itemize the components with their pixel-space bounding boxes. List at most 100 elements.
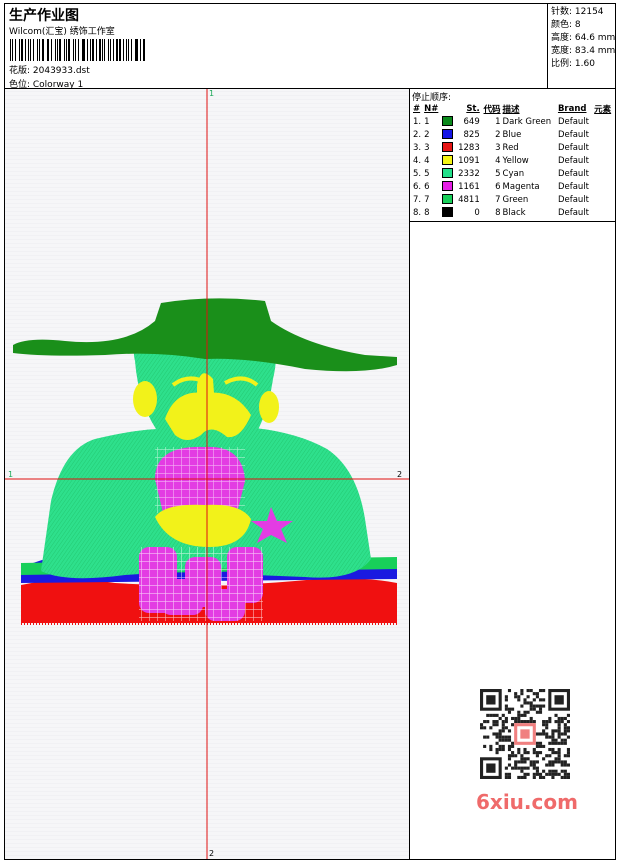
table-row[interactable]: 2. 2 825 2 Blue Default bbox=[412, 128, 614, 141]
barcode-bar bbox=[136, 39, 138, 61]
barcode-bar bbox=[55, 39, 56, 61]
qr-module bbox=[535, 704, 539, 708]
qr-module bbox=[520, 769, 524, 773]
qr-module bbox=[529, 720, 533, 724]
barcode-bar bbox=[68, 39, 71, 61]
qr-module bbox=[535, 732, 539, 736]
qr-module bbox=[548, 769, 552, 773]
qr-module bbox=[483, 735, 487, 739]
row-stitches: 1091 bbox=[458, 155, 480, 166]
qr-module bbox=[554, 760, 558, 764]
qr-module bbox=[529, 716, 533, 721]
qr-module bbox=[532, 751, 536, 755]
row-n: 1 bbox=[424, 116, 430, 127]
barcode-bar bbox=[18, 39, 20, 61]
barcode-bar bbox=[104, 39, 105, 61]
table-row[interactable]: 7. 7 4811 7 Green Default bbox=[412, 193, 614, 206]
qr-module bbox=[501, 713, 505, 717]
row-index: 6. bbox=[413, 181, 422, 192]
qr-module bbox=[560, 738, 564, 742]
qr-module bbox=[557, 772, 561, 776]
qr-module bbox=[504, 726, 508, 730]
qr-module bbox=[545, 735, 549, 739]
barcode-bar bbox=[12, 39, 13, 61]
qr-module bbox=[498, 747, 502, 752]
col-n: N# bbox=[424, 103, 439, 114]
qr-module bbox=[532, 775, 536, 779]
qr-module bbox=[542, 775, 546, 779]
row-brand: Default bbox=[557, 116, 590, 127]
qr-module bbox=[526, 689, 530, 693]
barcode-bar bbox=[32, 39, 34, 61]
hat-crown bbox=[155, 298, 271, 321]
qr-module bbox=[551, 729, 555, 733]
qr-module bbox=[532, 698, 536, 702]
qr-module bbox=[529, 763, 533, 767]
qr-module bbox=[507, 738, 512, 742]
qr-module bbox=[514, 716, 518, 721]
row-brand: Default bbox=[557, 142, 590, 153]
table-row[interactable]: 5. 5 2332 5 Cyan Default bbox=[412, 167, 614, 180]
row-code: 1 bbox=[495, 116, 501, 127]
qr-module bbox=[538, 772, 543, 776]
qr-module bbox=[542, 704, 546, 708]
qr-module bbox=[554, 741, 558, 745]
qr-module bbox=[520, 766, 524, 770]
qr-module bbox=[563, 732, 567, 736]
qr-module bbox=[557, 741, 561, 745]
qr-module bbox=[517, 695, 521, 699]
color-swatch bbox=[441, 142, 453, 153]
barcode-bar bbox=[39, 39, 40, 61]
barcode-bar bbox=[73, 39, 74, 61]
row-desc: Green bbox=[502, 194, 529, 205]
qr-module bbox=[489, 747, 493, 752]
qr-module bbox=[566, 729, 570, 733]
row-n: 8 bbox=[424, 207, 430, 218]
qr-module bbox=[545, 726, 549, 730]
qr-module bbox=[535, 710, 539, 714]
qr-module bbox=[551, 763, 555, 767]
row-index: 8. bbox=[413, 207, 422, 218]
qr-module bbox=[483, 744, 487, 748]
barcode-bar bbox=[107, 39, 110, 61]
qr-module bbox=[551, 747, 555, 752]
qr-module bbox=[523, 760, 527, 764]
qr-module bbox=[489, 713, 493, 717]
barcode-bar bbox=[83, 39, 85, 61]
qr-module bbox=[551, 741, 555, 745]
qr-module bbox=[545, 754, 549, 758]
qr-module bbox=[548, 760, 552, 764]
table-row[interactable]: 4. 4 1091 4 Yellow Default bbox=[412, 154, 614, 167]
table-row[interactable]: 3. 3 1283 3 Red Default bbox=[412, 141, 614, 154]
design-canvas[interactable]: 1 2 1 2 bbox=[4, 88, 410, 860]
qr-module bbox=[526, 751, 530, 755]
row-brand: Default bbox=[557, 168, 590, 179]
qr-module bbox=[538, 741, 543, 745]
qr-module bbox=[480, 726, 484, 730]
barcode-bar bbox=[63, 39, 65, 61]
qr-module bbox=[529, 701, 533, 705]
qr-module bbox=[511, 744, 515, 748]
qr-module bbox=[551, 769, 555, 773]
row-desc: Yellow bbox=[502, 155, 529, 166]
barcode-bar bbox=[56, 39, 58, 61]
qr-module bbox=[520, 760, 524, 764]
table-row[interactable]: 6. 6 1161 6 Magenta Default bbox=[412, 180, 614, 193]
qr-module bbox=[495, 713, 499, 717]
qr-module bbox=[551, 732, 555, 736]
qr-module bbox=[563, 726, 567, 730]
table-row[interactable]: 1. 1 649 1 Dark Green Default bbox=[412, 115, 614, 128]
row-stitches: 2332 bbox=[458, 168, 480, 179]
qr-module bbox=[523, 698, 527, 702]
qr-module bbox=[520, 729, 530, 739]
stat-scale: 比例: 1.60 bbox=[551, 59, 595, 69]
qr-module bbox=[557, 720, 561, 724]
qr-module bbox=[563, 723, 567, 727]
qr-module bbox=[538, 710, 543, 714]
qr-module bbox=[557, 723, 561, 727]
table-row[interactable]: 8. 8 0 8 Black Default bbox=[412, 206, 614, 219]
qr-module bbox=[566, 775, 570, 779]
qr-module bbox=[504, 775, 508, 779]
qr-module bbox=[492, 732, 496, 736]
qr-module bbox=[535, 754, 539, 758]
